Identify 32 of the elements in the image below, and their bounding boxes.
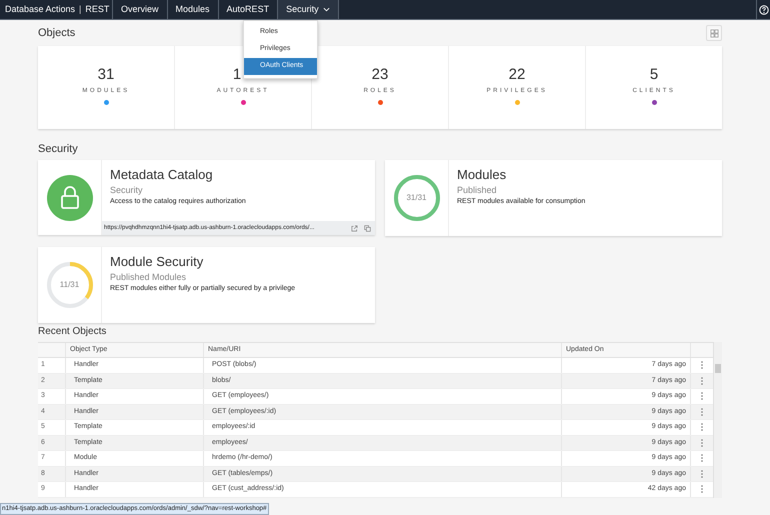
chevron-icon: [322, 7, 330, 12]
external-link-icon: [351, 224, 358, 232]
view-toggle-button[interactable]: [706, 25, 722, 41]
section-heading: Objects: [38, 26, 76, 41]
card-subtitle: Security: [110, 184, 144, 197]
lock-icon: [46, 174, 92, 220]
stat-count: 5: [650, 66, 658, 84]
nav-tab[interactable]: Overview: [112, 0, 167, 19]
stat-count: 1: [232, 66, 242, 84]
section-title: REST: [85, 2, 110, 16]
ring-label: 31/31: [406, 192, 427, 204]
card-title: Module Security: [110, 254, 204, 270]
app-title: Database Actions: [5, 2, 76, 16]
copy-icon: [364, 224, 371, 232]
progress-ring: [392, 174, 440, 222]
section-heading: Security: [38, 142, 79, 157]
card-subtitle: Published Modules: [110, 271, 188, 284]
card-title: Modules: [457, 167, 508, 183]
title-separator: |: [79, 2, 82, 16]
nav-tab[interactable]: Modules: [166, 0, 218, 19]
card-title: Metadata Catalog: [110, 167, 214, 183]
stat-count: 22: [508, 66, 526, 84]
nav-tab[interactable]: Security: [277, 0, 339, 19]
section-heading: Recent Objects: [38, 325, 108, 339]
stat-count: 23: [372, 66, 388, 84]
card-subtitle: Published: [457, 184, 498, 197]
scrollbar[interactable]: [713, 342, 722, 498]
grid-icon: [710, 28, 718, 38]
help-icon: [759, 4, 769, 14]
ring-label: 11/31: [60, 279, 80, 291]
progress-ring: [46, 261, 94, 309]
stat-count: 31: [98, 66, 114, 84]
